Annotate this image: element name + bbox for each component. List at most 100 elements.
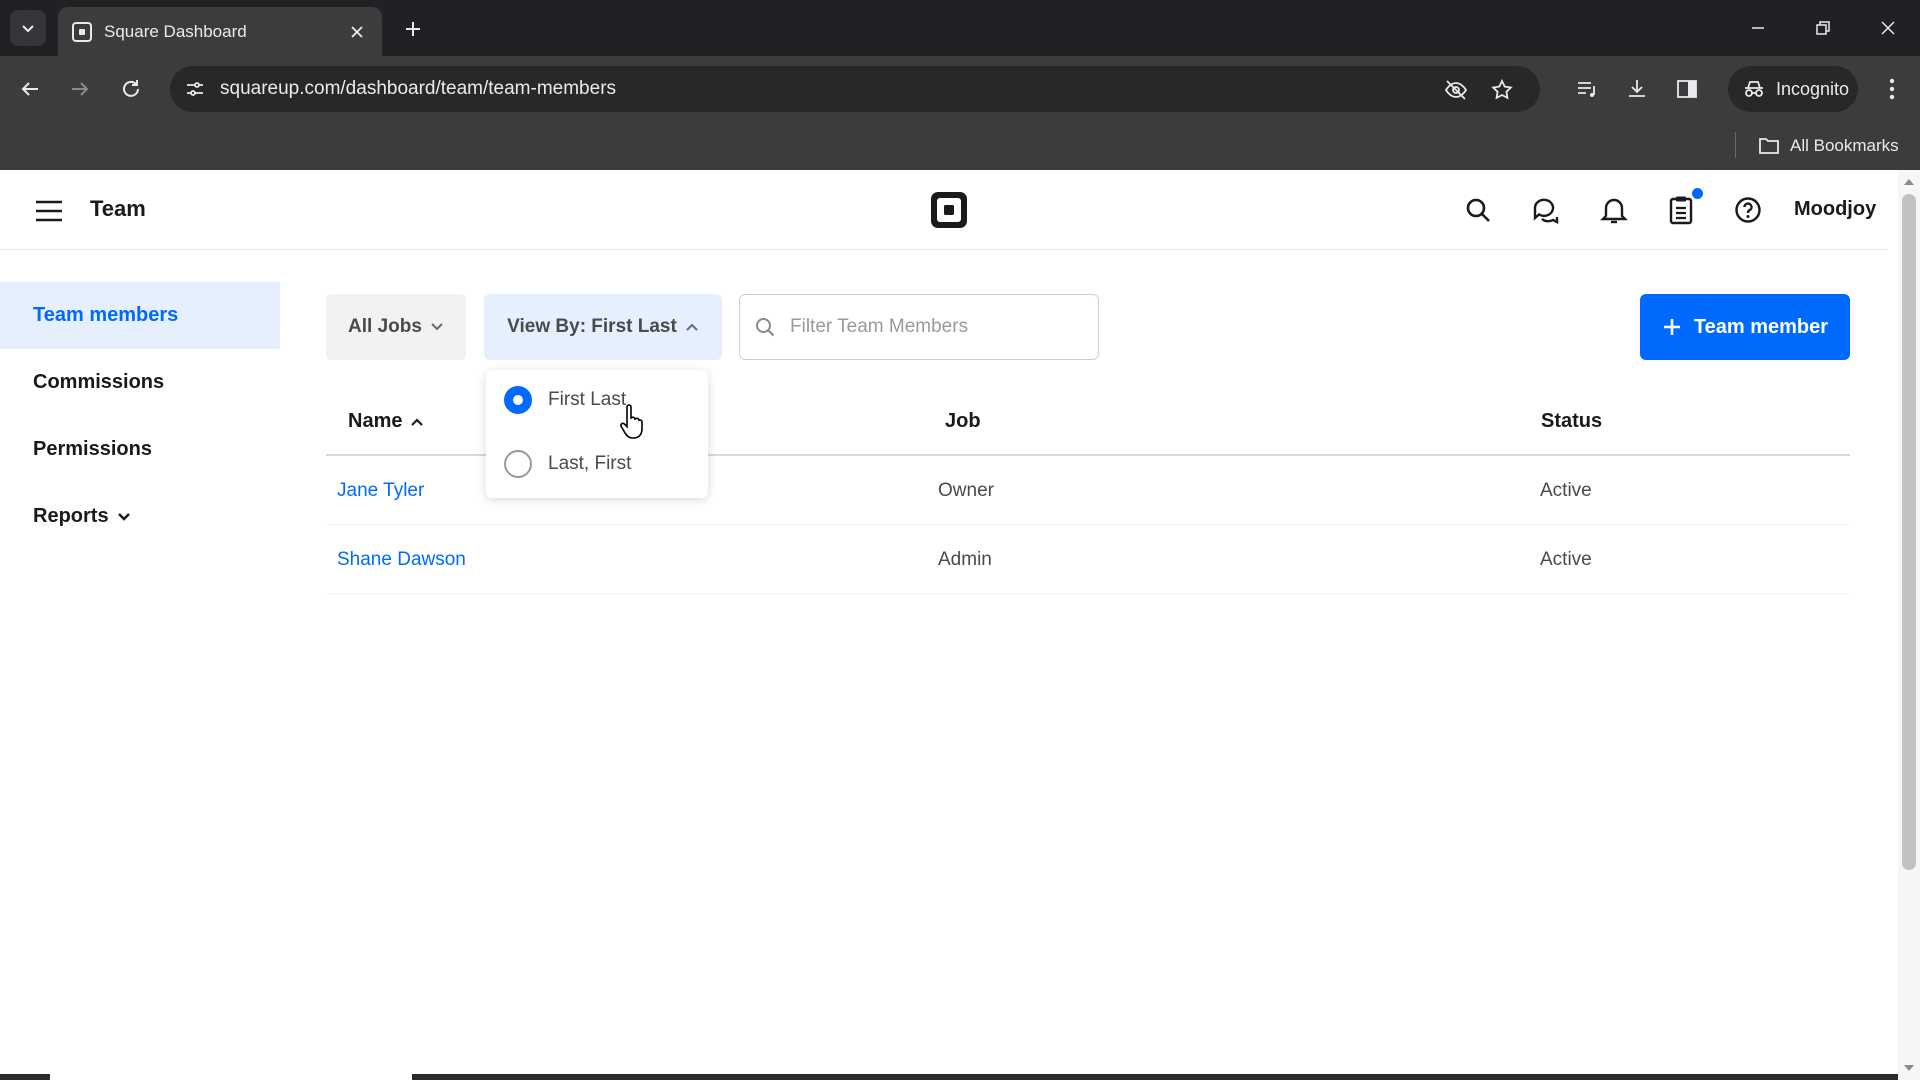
sort-ascending-icon: [411, 417, 424, 426]
downloads-button[interactable]: [1621, 73, 1653, 105]
search-button[interactable]: [1460, 192, 1496, 228]
bell-icon: [1600, 198, 1628, 224]
team-member-status: Active: [1540, 480, 1592, 501]
sidebar-item-permissions[interactable]: Permissions: [0, 416, 280, 483]
plus-icon: [406, 22, 420, 36]
scroll-down-arrow-icon[interactable]: [1903, 1062, 1915, 1074]
browser-menu-button[interactable]: [1876, 73, 1908, 105]
sidebar-item-reports[interactable]: Reports: [0, 483, 280, 550]
side-panel-button[interactable]: [1671, 73, 1703, 105]
download-icon: [1629, 80, 1645, 97]
team-member-name-link[interactable]: Jane Tyler: [337, 480, 424, 502]
reload-button[interactable]: [113, 71, 149, 107]
team-member-job: Admin: [938, 549, 992, 570]
search-icon: [756, 318, 775, 337]
scroll-up-arrow-icon[interactable]: [1903, 176, 1915, 188]
browser-chrome: Square Dashboard squareup.com/dashboard/…: [0, 0, 1920, 170]
url-text: squareup.com/dashboard/team/team-members: [220, 78, 617, 99]
square-logo[interactable]: [929, 190, 969, 230]
messages-button[interactable]: [1528, 192, 1564, 228]
restore-button[interactable]: [1805, 12, 1841, 44]
view-option-last-first[interactable]: Last, First: [504, 447, 631, 481]
account-menu[interactable]: Moodjoy: [1794, 198, 1876, 221]
all-bookmarks-button[interactable]: All Bookmarks: [1758, 132, 1899, 160]
hand-cursor-icon: [620, 404, 643, 439]
incognito-indicator[interactable]: Incognito: [1728, 66, 1858, 112]
notifications-button[interactable]: [1596, 192, 1632, 228]
add-team-member-button[interactable]: Team member: [1640, 294, 1850, 360]
incognito-icon: [1745, 81, 1763, 97]
sidebar-item-label: Team members: [33, 304, 179, 326]
chat-icon: [1533, 198, 1559, 224]
folder-icon: [1759, 138, 1779, 154]
chevron-down-icon: [117, 512, 130, 521]
back-button[interactable]: [12, 71, 48, 107]
bookmarks-bar: All Bookmarks: [0, 122, 1920, 170]
forward-button[interactable]: [62, 71, 98, 107]
search-input[interactable]: [790, 316, 1070, 338]
site-info-button[interactable]: [182, 76, 208, 102]
view-by-menu: First Last Last, First: [486, 370, 708, 498]
square-dashboard: Team Moodjoy Team members Commissions Pe…: [0, 170, 1920, 1080]
sidebar-item-commissions[interactable]: Commissions: [0, 349, 280, 416]
view-option-label: Last, First: [548, 453, 632, 474]
team-member-job: Owner: [938, 480, 994, 501]
eye-off-icon: [1444, 80, 1468, 100]
side-panel-icon: [1677, 80, 1697, 98]
window-close-button[interactable]: [1870, 12, 1906, 44]
close-icon: [1881, 21, 1895, 35]
tab-title: Square Dashboard: [104, 21, 247, 41]
view-by-label: View By: First Last: [507, 316, 677, 337]
view-option-label: First Last: [548, 389, 627, 410]
chevron-up-icon: [686, 323, 698, 331]
column-header-name[interactable]: Name: [348, 410, 424, 433]
hamburger-icon: [36, 200, 62, 222]
all-jobs-dropdown[interactable]: All Jobs: [326, 294, 466, 360]
restore-icon: [1816, 21, 1830, 35]
radio-unselected[interactable]: [504, 450, 532, 478]
tracking-protection-button[interactable]: [1442, 76, 1470, 104]
help-button[interactable]: [1730, 192, 1766, 228]
all-jobs-label: All Jobs: [348, 316, 422, 337]
clipboard-icon: [1669, 196, 1693, 225]
main-menu-button[interactable]: [32, 194, 66, 228]
close-icon: [351, 25, 363, 38]
app-header: Team Moodjoy: [0, 170, 1888, 250]
all-bookmarks-label: All Bookmarks: [1790, 136, 1899, 155]
chevron-down-icon: [431, 323, 443, 331]
more-vertical-icon: [1889, 78, 1895, 100]
add-team-member-label: Team member: [1693, 315, 1829, 338]
address-bar[interactable]: squareup.com/dashboard/team/team-members: [170, 66, 1540, 112]
chevron-down-icon: [22, 25, 34, 33]
notification-badge: [1692, 188, 1703, 199]
view-by-dropdown[interactable]: View By: First Last: [484, 294, 722, 360]
incognito-label: Incognito: [1776, 78, 1850, 99]
sidebar-item-label: Commissions: [33, 371, 165, 393]
square-favicon-icon: [72, 21, 92, 42]
scrollbar-thumb[interactable]: [1902, 194, 1916, 870]
bookmark-star-button[interactable]: [1488, 76, 1516, 104]
table-row[interactable]: Shane Dawson Admin Active: [326, 525, 1850, 594]
column-header-job[interactable]: Job: [945, 410, 981, 433]
sidebar-item-team-members[interactable]: Team members: [0, 282, 280, 349]
help-icon: [1735, 197, 1761, 223]
radio-selected[interactable]: [504, 386, 532, 414]
team-member-status: Active: [1540, 549, 1592, 570]
new-tab-button[interactable]: [398, 14, 428, 44]
media-controls-button[interactable]: [1571, 73, 1603, 105]
star-icon: [1491, 78, 1513, 100]
tab-strip: Square Dashboard: [0, 0, 1920, 56]
tab-close-button[interactable]: [346, 21, 368, 43]
team-member-name-link[interactable]: Shane Dawson: [337, 549, 466, 571]
browser-tab[interactable]: Square Dashboard: [58, 7, 382, 56]
sidebar-item-label: Reports: [33, 505, 109, 527]
minimize-icon: [1752, 27, 1764, 29]
minimize-button[interactable]: [1740, 12, 1776, 44]
filter-team-members-search[interactable]: [739, 294, 1099, 360]
tab-search-button[interactable]: [10, 10, 46, 46]
bottom-edge-highlight: [50, 1074, 412, 1080]
column-header-status[interactable]: Status: [1541, 410, 1602, 433]
page-title: Team: [90, 196, 146, 221]
view-option-first-last[interactable]: First Last: [504, 383, 626, 417]
page-scrollbar[interactable]: [1898, 170, 1920, 1080]
